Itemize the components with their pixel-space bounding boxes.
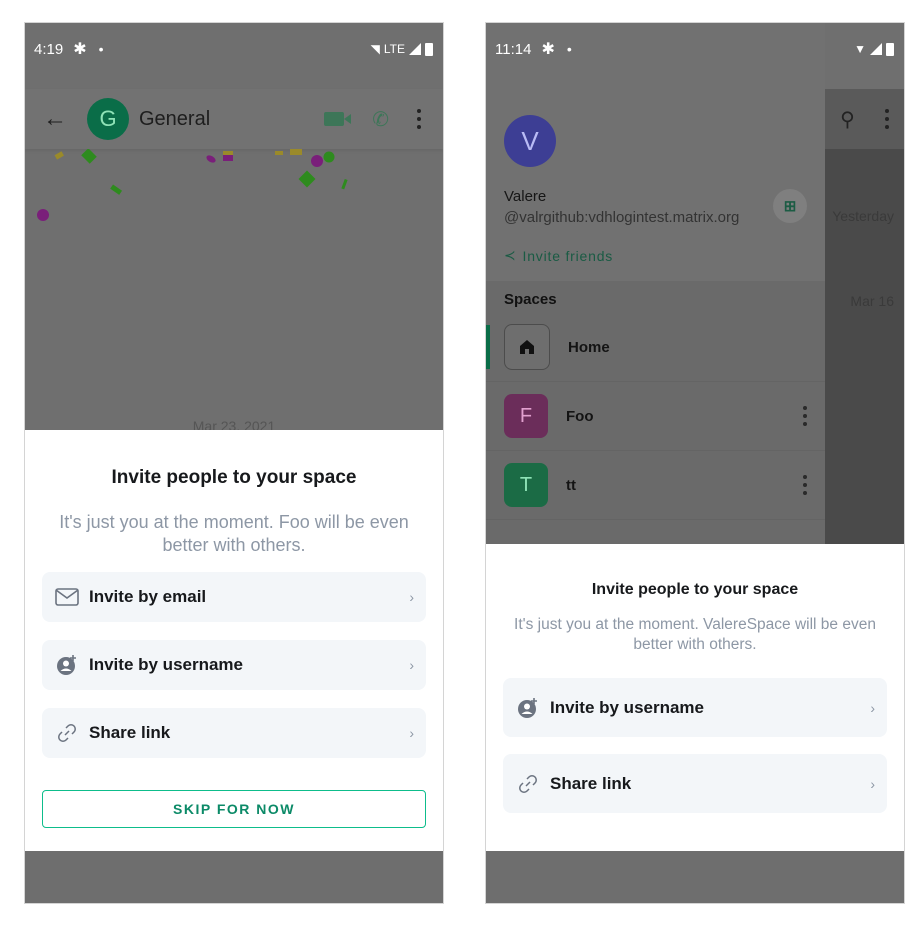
settings-icon: ✱ (541, 41, 555, 58)
more-options-icon (884, 109, 889, 129)
add-user-icon (516, 696, 540, 720)
sheet-title: Invite people to your space (591, 581, 799, 598)
space-name: tt (566, 476, 576, 494)
space-avatar: F (504, 394, 548, 438)
system-nav-bar (25, 851, 443, 903)
chevron-right-icon: › (409, 657, 414, 673)
space-avatar: T (504, 463, 548, 507)
invite-by-email-button[interactable]: Invite by email › (42, 572, 426, 622)
notification-dot-icon: • (566, 41, 572, 57)
option-label: Share link (550, 773, 632, 793)
user-avatar[interactable]: V (504, 115, 556, 167)
share-link-button[interactable]: Share link › (42, 708, 426, 758)
behind-timestamp: Mar 16 (850, 293, 894, 309)
space-menu-icon[interactable] (803, 475, 807, 495)
chevron-right-icon: › (870, 775, 875, 792)
mail-icon (55, 585, 79, 609)
wifi-icon: ◥ (370, 42, 380, 56)
status-bar: 11:14 ✱ • ▼ (486, 23, 904, 75)
skip-for-now-button[interactable]: SKIP FOR NOW (42, 790, 426, 828)
invite-by-username-button[interactable]: Invite by username › (42, 640, 426, 690)
invite-by-username-button[interactable]: Invite by username › (503, 678, 887, 737)
settings-icon: ✱ (73, 41, 87, 58)
add-user-icon (55, 653, 79, 677)
more-options-icon[interactable] (417, 109, 421, 129)
network-type: LTE (383, 42, 405, 56)
video-call-icon[interactable] (324, 112, 352, 126)
search-icon: ⚲ (840, 108, 855, 131)
space-item-foo[interactable]: F Foo (486, 382, 825, 451)
phone-screen-right: ⚲ Yesterday Mar 16 11:14 ✱ • ▼ V Valere … (486, 23, 904, 903)
space-name: Home (568, 338, 610, 356)
confetti-decoration (37, 149, 348, 221)
system-nav-bar (486, 851, 904, 903)
user-display-name: Valere (504, 188, 547, 205)
chevron-right-icon: › (870, 699, 875, 716)
link-icon (516, 772, 540, 796)
voice-call-icon[interactable]: ✆ (372, 107, 389, 132)
status-time: 11:14 (495, 40, 532, 58)
back-arrow-icon[interactable]: ← (43, 105, 67, 133)
user-id: @valrgithub:vdhlogintest.matrix.org (504, 209, 740, 226)
behind-timestamp: Yesterday (832, 208, 894, 224)
sheet-subtitle: It's just you at the moment. Foo will be… (59, 512, 409, 555)
behind-toolbar: ⚲ (825, 89, 904, 149)
status-bar: 4:19 ✱ • ◥ LTE (25, 23, 443, 75)
share-link-button[interactable]: Share link › (503, 754, 887, 813)
home-icon (504, 324, 550, 370)
spaces-header: Spaces (504, 291, 557, 308)
wifi-icon: ▼ (854, 42, 866, 56)
option-label: Share link (89, 723, 171, 742)
battery-icon (425, 42, 433, 56)
chevron-right-icon: › (409, 725, 414, 741)
notification-dot-icon: • (98, 41, 104, 57)
qr-code-icon[interactable]: ⊞ (773, 189, 807, 223)
room-name[interactable]: General (139, 108, 210, 131)
room-avatar[interactable]: G (87, 98, 129, 140)
share-icon: ≺ (504, 247, 517, 263)
space-menu-icon[interactable] (803, 406, 807, 426)
sheet-title: Invite people to your space (111, 467, 357, 488)
option-label: Invite by username (89, 655, 244, 674)
invite-friends-link[interactable]: ≺ Invite friends (504, 247, 613, 264)
space-item-home[interactable]: Home (486, 313, 825, 382)
invite-bottom-sheet: Invite people to your space It's just yo… (25, 430, 443, 851)
room-app-bar: ← G General ✆ (25, 89, 443, 149)
user-avatar-initial: V (521, 125, 539, 156)
signal-icon (409, 43, 421, 55)
invite-bottom-sheet: Invite people to your space It's just yo… (486, 544, 904, 851)
phone-screen-left: 4:19 ✱ • ◥ LTE ← G General ✆ Mar 23, 202… (25, 23, 443, 903)
space-item-tt[interactable]: T tt (486, 451, 825, 520)
status-time: 4:19 (34, 40, 64, 58)
sheet-subtitle: It's just you at the moment. ValereSpace… (514, 616, 876, 653)
drawer-scrim[interactable] (825, 89, 904, 544)
option-label: Invite by email (89, 587, 207, 606)
option-label: Invite by username (550, 697, 705, 717)
link-icon (55, 721, 79, 745)
invite-friends-label: Invite friends (522, 247, 614, 264)
room-avatar-initial: G (99, 106, 117, 131)
signal-icon (870, 43, 882, 55)
battery-icon (886, 42, 894, 56)
chevron-right-icon: › (409, 589, 414, 605)
space-name: Foo (566, 407, 594, 425)
